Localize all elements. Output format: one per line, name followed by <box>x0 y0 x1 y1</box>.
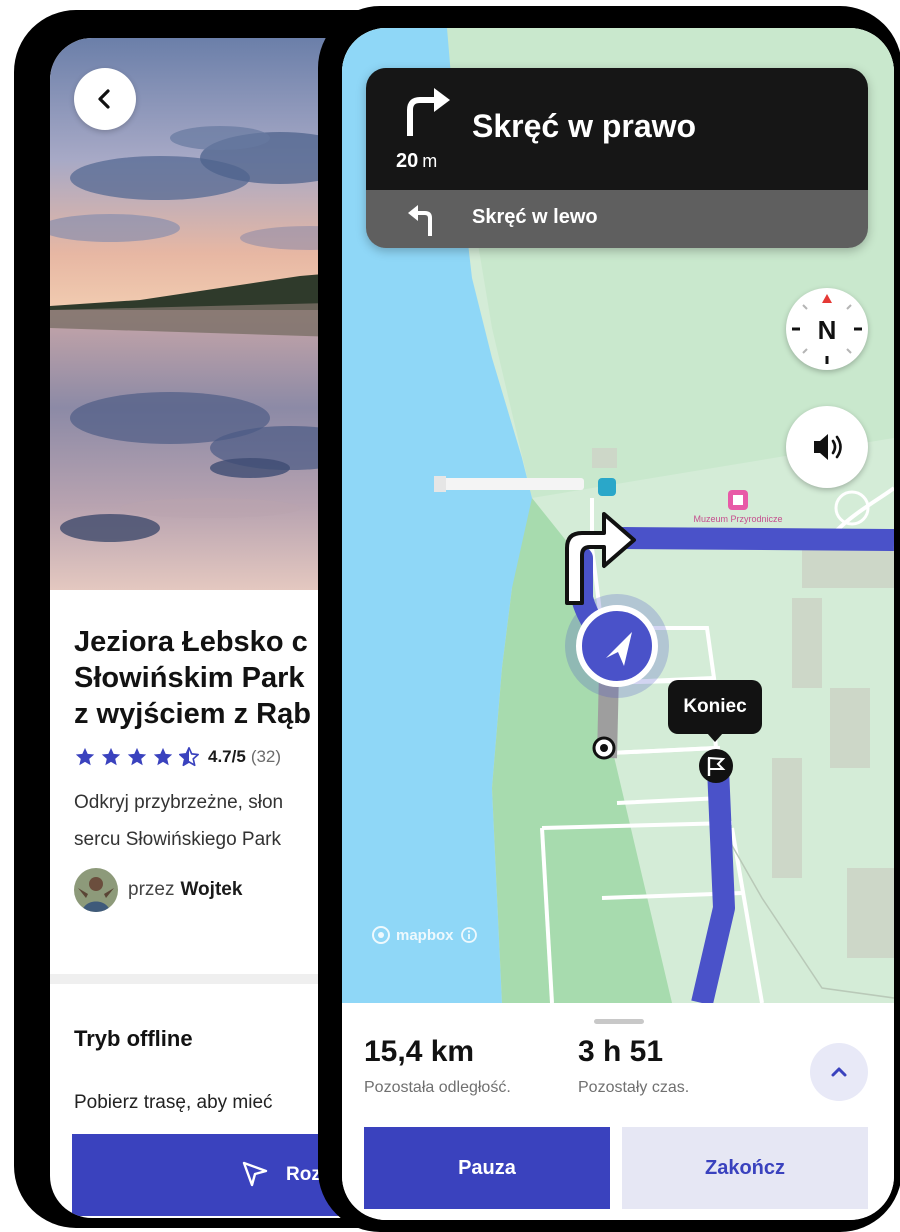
star-icon <box>101 747 121 766</box>
avatar-image <box>74 868 118 912</box>
compass-button[interactable]: N <box>786 288 868 370</box>
next-instruction: Skręć w lewo <box>366 190 868 248</box>
remaining-distance-label: Pozostała odległość. <box>364 1079 511 1096</box>
offline-title: Tryb offline <box>74 1026 193 1051</box>
mapbox-attribution[interactable]: mapbox <box>372 926 478 944</box>
navigation-screen: Muzeum Przyrodnicze Koniec mapbox 20 m S… <box>342 28 894 1220</box>
distance-unit: m <box>422 151 438 171</box>
remaining-distance-value: 15,4 km <box>364 1035 475 1068</box>
expand-sheet-button[interactable] <box>810 1043 868 1101</box>
star-half-icon <box>179 747 199 767</box>
info-icon[interactable] <box>460 926 478 944</box>
turn-left-icon <box>408 205 432 236</box>
navigation-arrow-icon <box>242 1161 268 1187</box>
rating-value: 4.7/5 <box>208 747 246 766</box>
offline-text: Pobierz trasę, aby mieć <box>74 1092 273 1113</box>
back-button[interactable] <box>74 68 136 130</box>
poi-museum-label: Muzeum Przyrodnicze <box>693 514 782 524</box>
sheet-drag-handle[interactable] <box>594 1019 644 1024</box>
remaining-distance: 15,4 km Pozostała odległość. <box>364 1035 511 1097</box>
compass-north-letter: N <box>818 315 837 345</box>
avatar <box>74 868 118 912</box>
turn-right-icon <box>407 88 450 136</box>
trip-bottom-sheet: 15,4 km Pozostała odległość. 3 h 51 Pozo… <box>342 1003 894 1220</box>
speaker-icon <box>814 434 842 460</box>
remaining-time-label: Pozostały czas. <box>578 1079 690 1096</box>
end-marker-label: Koniec <box>668 680 762 742</box>
next-instruction-text: Skręć w lewo <box>472 206 598 228</box>
star-icon <box>153 747 173 766</box>
distance-to-turn: 20 m <box>396 150 437 173</box>
rating-count: (32) <box>250 747 282 766</box>
star-icon <box>75 747 95 766</box>
remaining-time-value: 3 h 51 <box>578 1035 664 1068</box>
sound-button[interactable] <box>786 406 868 488</box>
star-icon <box>127 747 147 766</box>
finish-button[interactable]: Zakończ <box>622 1127 868 1209</box>
pause-button[interactable]: Pauza <box>364 1127 610 1209</box>
mapbox-wordmark: mapbox <box>396 926 454 944</box>
instruction-text: Skręć w prawo <box>472 108 697 144</box>
compass-icon: N <box>792 294 862 364</box>
rating-stars <box>74 746 200 768</box>
chevron-up-icon <box>831 1067 847 1077</box>
current-instruction: 20 m Skręć w prawo <box>366 68 868 190</box>
chevron-left-icon <box>98 89 110 109</box>
navigation-phone: Muzeum Przyrodnicze Koniec mapbox 20 m S… <box>318 6 900 1232</box>
mapbox-logo-icon <box>372 926 390 944</box>
author-name: Wojtek <box>180 879 243 900</box>
turn-instruction-card[interactable]: 20 m Skręć w prawo Skręć w lewo <box>366 68 868 248</box>
author-prefix: przez <box>128 879 175 900</box>
distance-value: 20 <box>396 150 419 172</box>
remaining-time: 3 h 51 Pozostały czas. <box>578 1035 689 1097</box>
